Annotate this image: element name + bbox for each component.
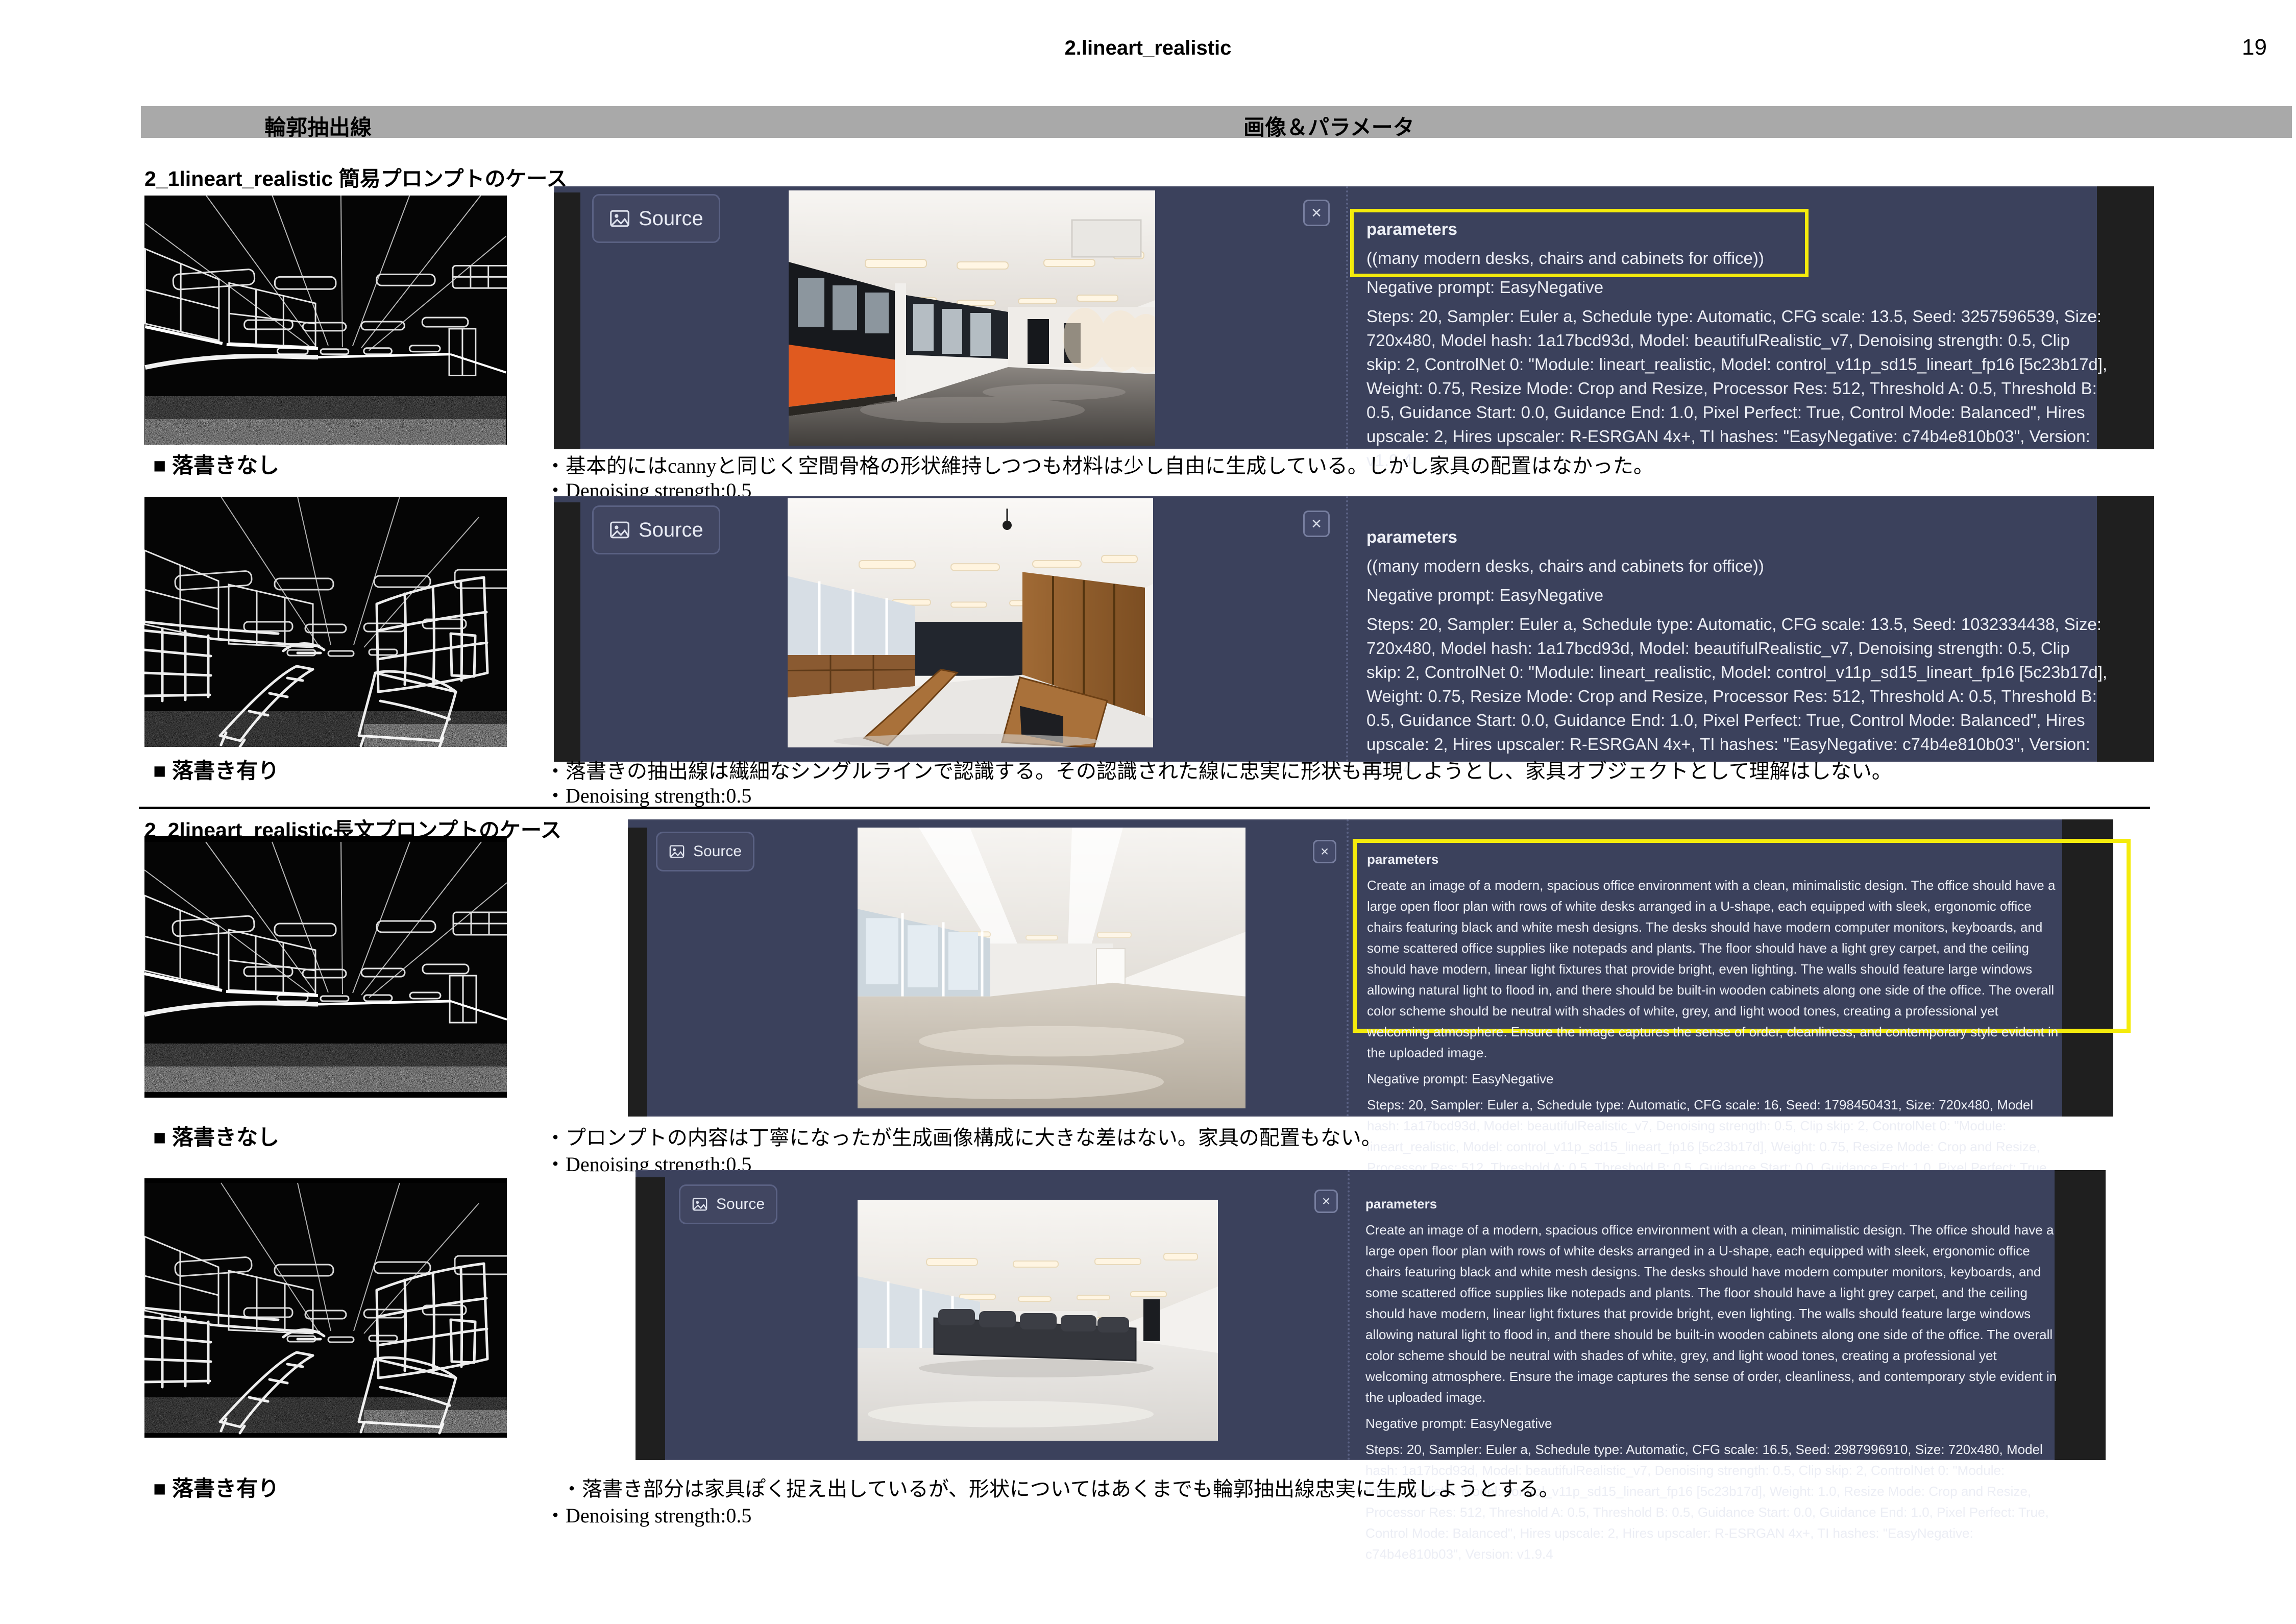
- lineart-image-row1: [144, 196, 507, 445]
- image-icon: [669, 843, 685, 860]
- negative-prompt-text: Negative prompt: EasyNegative: [1366, 275, 2108, 299]
- row-caption-4: ・落書き部分は家具ぽく捉え出しているが、形状についてはあくまでも輪郭抽出線忠実に…: [561, 1472, 1559, 1502]
- panel-scroll-divider[interactable]: [1346, 496, 1348, 762]
- row-denoising-2: ・Denoising strength:0.5: [545, 779, 751, 809]
- parameters-block-row2: parameters ((many modern desks, chairs a…: [1366, 525, 2108, 785]
- tab-source-label: Source: [639, 519, 703, 542]
- tab-source[interactable]: Source: [679, 1184, 777, 1224]
- close-button[interactable]: ×: [1303, 200, 1330, 226]
- close-button[interactable]: ×: [1314, 1190, 1338, 1213]
- parameters-title: parameters: [1367, 849, 2059, 870]
- webui-panel-row1: Source: [554, 186, 2154, 449]
- lineart-image-row4: [144, 1178, 507, 1438]
- parameters-block-row4: parameters Create an image of a modern, …: [1365, 1194, 2058, 1570]
- tab-source-label: Source: [716, 1196, 765, 1213]
- webui-panel-row4: Source: [636, 1170, 2106, 1460]
- panel-left-strip: [628, 828, 647, 1117]
- webui-panel-row2: Source: [554, 496, 2154, 762]
- negative-prompt-text: Negative prompt: EasyNegative: [1366, 583, 2108, 607]
- close-icon: ×: [1321, 843, 1329, 860]
- prompt-text: ((many modern desks, chairs and cabinets…: [1366, 554, 2108, 578]
- tab-source-label: Source: [693, 843, 742, 860]
- webui-panel-row3: Source: [628, 819, 2113, 1117]
- parameters-block-row3: parameters Create an image of a modern, …: [1367, 849, 2059, 1225]
- page-number: 19: [2242, 35, 2267, 60]
- row-label-2: ■ 落書き有り: [153, 754, 279, 785]
- column-header-right: 画像＆パラメータ: [1243, 110, 1414, 141]
- close-button[interactable]: ×: [1313, 840, 1336, 863]
- image-icon: [609, 208, 630, 229]
- panel-scroll-divider[interactable]: [1346, 186, 1348, 449]
- generated-image-row3: [858, 828, 1245, 1108]
- lineart-image-row2: [144, 497, 507, 747]
- row-denoising-4: ・Denoising strength:0.5: [545, 1499, 751, 1529]
- close-icon: ×: [1322, 1193, 1330, 1209]
- generated-image-row2: [788, 498, 1153, 747]
- close-button[interactable]: ×: [1303, 511, 1330, 537]
- tab-source[interactable]: Source: [656, 832, 754, 871]
- panel-left-strip: [636, 1177, 665, 1460]
- tab-source[interactable]: Source: [592, 194, 720, 243]
- generated-image-row4: [858, 1200, 1218, 1441]
- section-heading-1: 2_1lineart_realistic 簡易プロンプトのケース: [144, 161, 567, 192]
- document-page: 2.lineart_realistic 19 輪郭抽出線 画像＆パラメータ 2_…: [0, 0, 2296, 1624]
- generation-details: Steps: 20, Sampler: Euler a, Schedule ty…: [1365, 1439, 2058, 1565]
- image-icon: [692, 1196, 708, 1213]
- lineart-image-row3: [144, 836, 507, 1098]
- row-label-1: ■ 落書きなし: [153, 448, 279, 479]
- page-title: 2.lineart_realistic: [0, 37, 2296, 60]
- prompt-text: ((many modern desks, chairs and cabinets…: [1366, 246, 2108, 270]
- panel-left-strip: [554, 502, 580, 762]
- prompt-text: Create an image of a modern, spacious of…: [1367, 875, 2059, 1063]
- close-icon: ×: [1311, 203, 1322, 223]
- column-header-bar: 輪郭抽出線 画像＆パラメータ: [141, 106, 2292, 138]
- column-header-left: 輪郭抽出線: [264, 110, 372, 141]
- tab-source-label: Source: [639, 207, 703, 230]
- parameters-block-row1: parameters ((many modern desks, chairs a…: [1366, 217, 2108, 477]
- panel-scroll-divider[interactable]: [1347, 819, 1349, 1117]
- section-divider: [139, 807, 2150, 809]
- image-icon: [609, 519, 630, 541]
- negative-prompt-text: Negative prompt: EasyNegative: [1367, 1069, 2059, 1089]
- panel-scroll-divider[interactable]: [1348, 1170, 1350, 1460]
- generated-image-row1: [789, 190, 1155, 446]
- parameters-title: parameters: [1366, 217, 2108, 241]
- row-label-4: ■ 落書き有り: [153, 1471, 279, 1502]
- generation-details: Steps: 20, Sampler: Euler a, Schedule ty…: [1366, 304, 2108, 472]
- prompt-text: Create an image of a modern, spacious of…: [1365, 1220, 2058, 1408]
- close-icon: ×: [1311, 514, 1322, 534]
- panel-left-strip: [554, 192, 580, 449]
- panel-right-strip: [2062, 819, 2113, 1117]
- negative-prompt-text: Negative prompt: EasyNegative: [1365, 1413, 2058, 1434]
- parameters-title: parameters: [1366, 525, 2108, 549]
- parameters-title: parameters: [1365, 1194, 2058, 1215]
- tab-source[interactable]: Source: [592, 505, 720, 554]
- panel-right-strip: [2055, 1170, 2106, 1460]
- row-label-3: ■ 落書きなし: [153, 1120, 279, 1151]
- row-caption-3: ・プロンプトの内容は丁寧になったが生成画像構成に大きな差はない。家具の配置もない…: [545, 1121, 1382, 1151]
